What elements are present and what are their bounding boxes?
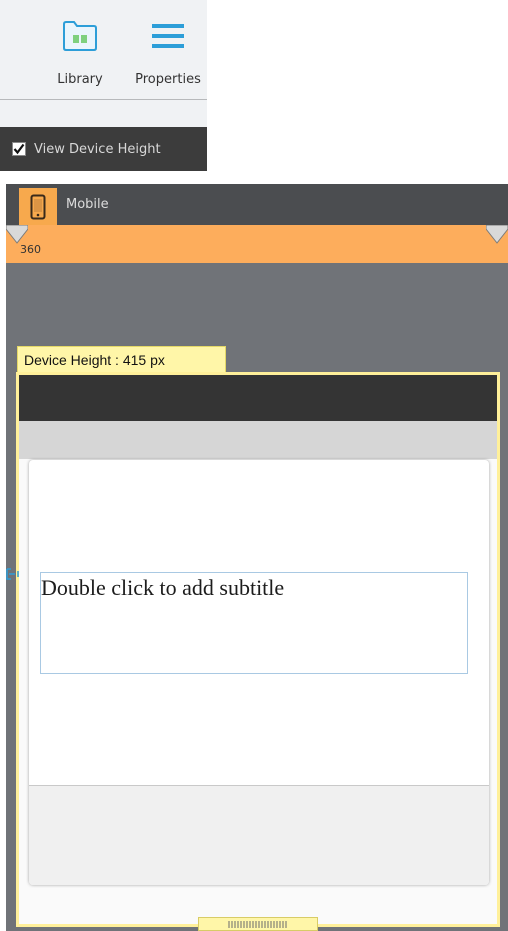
subtitle-placeholder-box[interactable]: Double click to add subtitle [40, 572, 468, 674]
device-tab-bar: Mobile [6, 184, 508, 225]
properties-label: Properties [135, 72, 201, 87]
toolbar-divider [0, 99, 207, 100]
device-header-bar [19, 375, 497, 421]
anchor-marker-icon[interactable] [6, 568, 20, 580]
device-subheader-strip [19, 421, 497, 459]
grip-lines-icon [228, 920, 287, 928]
height-resize-grip[interactable] [198, 917, 318, 931]
right-breakpoint-handle[interactable] [486, 225, 508, 245]
properties-button[interactable]: Properties [127, 10, 209, 87]
device-preview-frame: Double click to add subtitle [16, 372, 500, 927]
device-height-label: Device Height : 415 px [17, 346, 226, 373]
properties-icon [152, 24, 184, 48]
view-options-bar: View Device Height [0, 127, 207, 171]
mobile-device-tab[interactable] [19, 188, 57, 225]
width-ruler: 360 [6, 225, 508, 263]
library-label: Library [57, 72, 103, 87]
mobile-tab-label[interactable]: Mobile [66, 197, 109, 212]
design-stage: Mobile 360 Device Height : 415 px Double… [6, 184, 508, 931]
library-icon [63, 21, 97, 51]
view-device-height-label[interactable]: View Device Height [34, 142, 161, 157]
subtitle-placeholder-text[interactable]: Double click to add subtitle [41, 575, 284, 601]
checkmark-icon [13, 143, 25, 155]
left-breakpoint-handle[interactable] [6, 225, 28, 245]
ruler-width-value: 360 [20, 243, 41, 256]
mobile-device-icon [30, 194, 46, 219]
top-toolbar: Library Properties [0, 0, 207, 127]
view-device-height-checkbox[interactable] [12, 142, 26, 156]
content-card[interactable]: Double click to add subtitle [29, 460, 489, 885]
library-button[interactable]: Library [48, 10, 112, 87]
card-footer [29, 785, 489, 885]
